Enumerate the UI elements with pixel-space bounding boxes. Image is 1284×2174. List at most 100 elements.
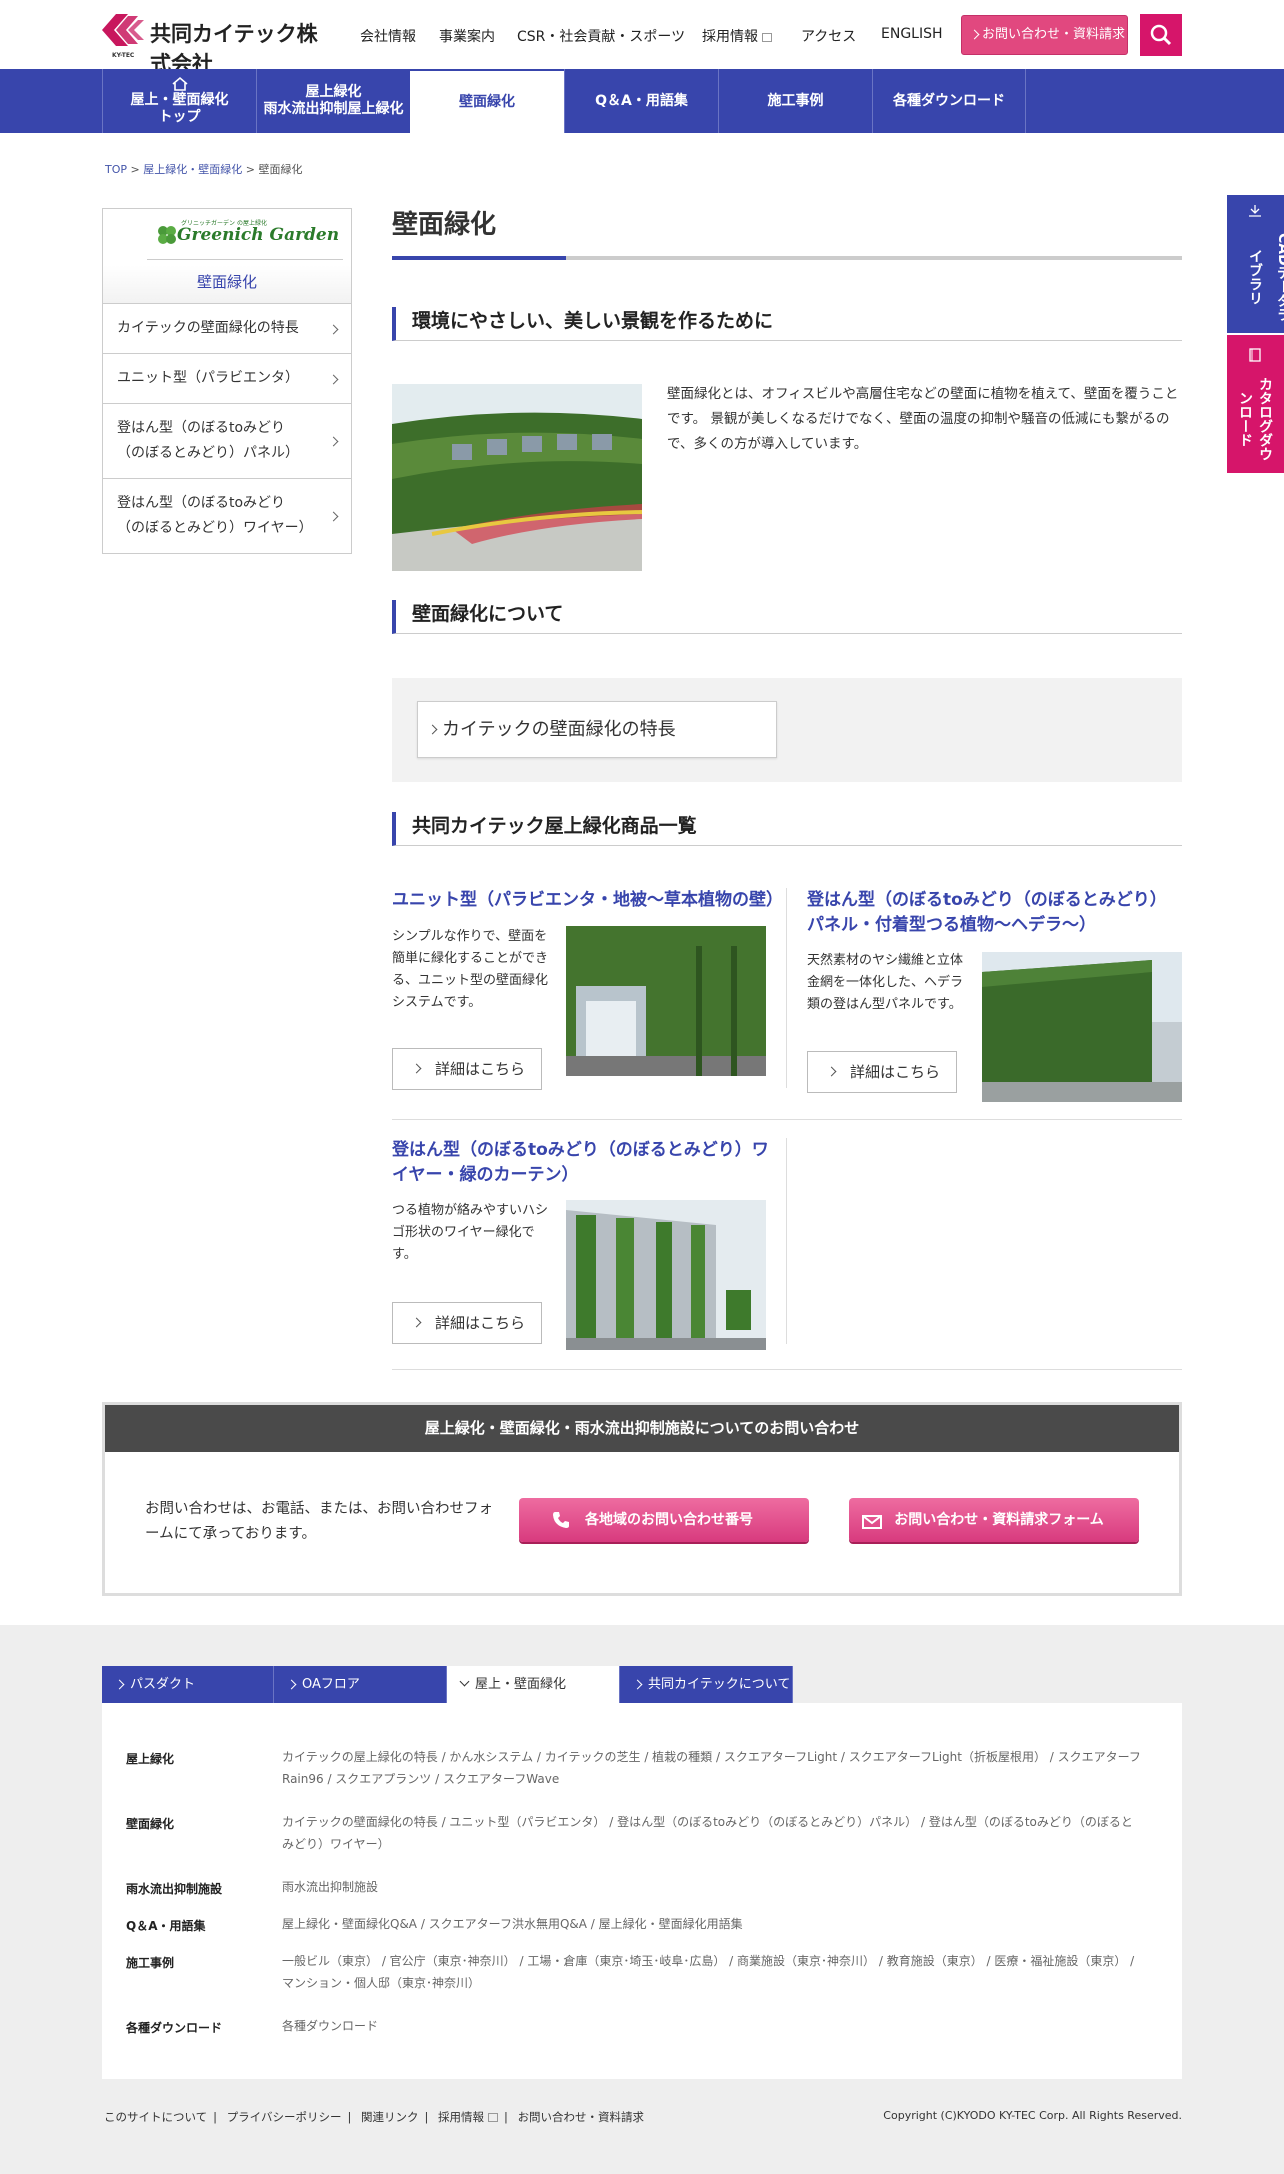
menu-rooftop-line1: 屋上緑化: [305, 84, 362, 100]
download-icon: [1249, 205, 1261, 217]
search-button[interactable]: [1140, 14, 1182, 56]
menu-qa[interactable]: Q＆A・用語集: [564, 69, 718, 133]
menu-rooftop-line2: 雨水流出抑制屋上緑化: [263, 101, 404, 117]
menu-cases[interactable]: 施工事例: [718, 69, 872, 133]
product-unit-desc: シンプルな作りで、壁面を簡単に緑化することができる、ユニット型の壁面緑化システム…: [392, 929, 549, 1010]
product-panel-photo: [982, 952, 1182, 1102]
nav-english[interactable]: ENGLISH: [881, 26, 943, 42]
wall-greening-photo: [392, 384, 642, 571]
sitemap-label-rainwater: 雨水流出抑制施設: [126, 1882, 223, 1896]
sidebar-item-unit[interactable]: ユニット型（パラビエンタ）: [102, 354, 352, 404]
site-header: 共同カイテック株式会社 KY-TEC 会社情報 事業案内 CSR・社会貢献・スポ…: [0, 0, 1284, 76]
product-wire-detail-button[interactable]: 詳細はこちら: [392, 1302, 542, 1344]
home-icon: [171, 76, 188, 91]
footer-tab-about[interactable]: 共同カイテックについて: [620, 1666, 793, 1703]
footer-link-contact[interactable]: お問い合わせ・資料請求: [518, 2110, 645, 2124]
about-box: カイテックの壁面緑化の特長: [392, 678, 1182, 782]
sitemap-links-rainwater[interactable]: 雨水流出抑制施設: [282, 1876, 1142, 1898]
menu-downloads[interactable]: 各種ダウンロード: [872, 69, 1026, 133]
contact-form-button[interactable]: お問い合わせ・資料請求フォーム: [849, 1498, 1139, 1542]
footer-link-recruit-label: 採用情報: [438, 2110, 485, 2124]
catalog-download-tab[interactable]: カタログダウンロード: [1227, 335, 1284, 473]
breadcrumb-sep: >: [130, 163, 140, 176]
heading-products: 共同カイテック屋上緑化商品一覧: [392, 812, 1182, 846]
sitemap-label-wall: 壁面緑化: [126, 1817, 175, 1831]
phone-numbers-label: 各地域のお問い合わせ番号: [585, 1512, 753, 1528]
breadcrumb-top[interactable]: TOP: [105, 163, 127, 176]
about-features-link[interactable]: カイテックの壁面緑化の特長: [417, 701, 777, 758]
nav-csr[interactable]: CSR・社会貢献・スポーツ: [517, 26, 685, 46]
menu-wall[interactable]: 壁面緑化: [410, 71, 564, 133]
product-panel-detail-button[interactable]: 詳細はこちら: [807, 1051, 957, 1093]
sidebar-header: グリニッチガーデン の屋上緑化 Greenich Garden 壁面緑化: [102, 208, 352, 304]
sitemap-links-cases[interactable]: 一般ビル（東京） / 官公庁（東京･神奈川） / 工場・倉庫（東京･埼玉･岐阜･…: [282, 1950, 1142, 1994]
breadcrumb: TOP > 屋上緑化・壁面緑化 > 壁面緑化: [105, 161, 302, 177]
product-unit: ユニット型（パラビエンタ・地被～草本植物の壁） シンプルな作りで、壁面を簡単に緑…: [392, 888, 783, 1090]
product-wire-title[interactable]: 登はん型（のぼるtoみどり（のぼるとみどり）ワイヤー・緑のカーテン）: [392, 1138, 782, 1188]
menu-top-line2: トップ: [158, 109, 201, 125]
product-panel-title[interactable]: 登はん型（のぼるtoみどり（のぼるとみどり）パネル・付着型つる植物～ヘデラ～）: [807, 888, 1182, 938]
nav-recruit[interactable]: 採用情報: [702, 26, 772, 46]
sitemap-label-rooftop: 屋上緑化: [126, 1752, 175, 1766]
sitemap-links-rooftop[interactable]: カイテックの屋上緑化の特長 / かん水システム / カイテックの芝生 / 植栽の…: [282, 1746, 1142, 1790]
link-separator: |: [504, 2110, 508, 2124]
footer-link-about-site[interactable]: このサイトについて: [104, 2110, 207, 2124]
cad-library-tab[interactable]: CADデータライブラリ: [1227, 195, 1284, 333]
sitemap-links-qa[interactable]: 屋上緑化・壁面緑化Q&A / スクエアターフ洪水無用Q&A / 屋上緑化・壁面緑…: [282, 1913, 1142, 1935]
nav-recruit-label: 採用情報: [702, 29, 758, 45]
mail-icon: [862, 1515, 882, 1529]
contact-button[interactable]: お問い合わせ・資料請求: [961, 15, 1128, 55]
site-footer: パスダクト OAフロア 屋上・壁面緑化 共同カイテックについて 屋上緑化 カイテ…: [0, 1625, 1284, 2174]
product-divider: [786, 888, 787, 1088]
copyright: Copyright (C)KYODO KY-TEC Corp. All Righ…: [883, 2109, 1182, 2122]
external-link-icon: [762, 33, 772, 42]
footer-bottom-links: このサイトについて | プライバシーポリシー | 関連リンク | 採用情報 | お問い合…: [104, 2109, 644, 2125]
products-bottom-divider: [392, 1369, 1182, 1370]
footer-link-related[interactable]: 関連リンク: [361, 2110, 419, 2124]
catalog-download-label: カタログダウンロード: [1237, 377, 1273, 461]
link-separator: |: [347, 2110, 352, 2124]
footer-tab-pathduct[interactable]: パスダクト: [102, 1666, 274, 1703]
sitemap-label-downloads: 各種ダウンロード: [126, 2021, 223, 2035]
nav-business[interactable]: 事業案内: [439, 26, 495, 46]
link-separator: |: [213, 2110, 218, 2124]
footer-tab-oafloor[interactable]: OAフロア: [274, 1666, 447, 1703]
products-row-divider: [392, 1119, 1182, 1120]
company-logo[interactable]: 共同カイテック株式会社 KY-TEC: [102, 12, 334, 76]
cad-library-label: CADデータライブラリ: [1247, 232, 1284, 322]
menu-top-line1: 屋上・壁面緑化: [130, 92, 229, 108]
sidebar-title: 壁面緑化: [196, 273, 257, 291]
sitemap-links-downloads[interactable]: 各種ダウンロード: [282, 2015, 1142, 2037]
product-divider: [786, 1138, 787, 1344]
product-wire-desc: つる植物が絡みやすいハシゴ形状のワイヤー緑化です。: [392, 1203, 549, 1262]
heading-about: 壁面緑化について: [392, 600, 1182, 634]
sidebar-item-features[interactable]: カイテックの壁面緑化の特長: [102, 304, 352, 354]
ky-tec-logo-mark: [102, 14, 144, 46]
contact-box: 屋上緑化・壁面緑化・雨水流出抑制施設についてのお問い合わせ お問い合わせは、お電…: [102, 1402, 1182, 1596]
footer-link-privacy[interactable]: プライバシーポリシー: [227, 2110, 342, 2124]
phone-numbers-button[interactable]: 各地域のお問い合わせ番号: [519, 1498, 809, 1542]
menu-top[interactable]: 屋上・壁面緑化 トップ: [102, 69, 256, 133]
product-unit-photo: [566, 926, 766, 1076]
nav-company[interactable]: 会社情報: [360, 26, 416, 46]
nav-access[interactable]: アクセス: [801, 26, 856, 46]
sidebar-item-panel[interactable]: 登はん型（のぼるtoみどり（のぼるとみどり）パネル）: [102, 404, 352, 479]
sitemap-links-wall[interactable]: カイテックの壁面緑化の特長 / ユニット型（パラビエンタ） / 登はん型（のぼる…: [282, 1811, 1142, 1855]
logo-wordmark: Greenich Garden: [177, 225, 340, 245]
search-icon: [1150, 24, 1172, 46]
external-link-icon: [488, 2113, 499, 2122]
product-panel-desc: 天然素材のヤシ繊維と立体金網を一体化した、ヘデラ類の登はん型パネルです。: [807, 953, 964, 1012]
product-unit-title[interactable]: ユニット型（パラビエンタ・地被～草本植物の壁）: [392, 888, 783, 913]
logo-sub: KY-TEC: [112, 52, 135, 59]
product-wire: 登はん型（のぼるtoみどり（のぼるとみどり）ワイヤー・緑のカーテン） つる植物が…: [392, 1138, 782, 1358]
product-unit-detail-button[interactable]: 詳細はこちら: [392, 1048, 542, 1090]
breadcrumb-rooftop[interactable]: 屋上緑化・壁面緑化: [143, 163, 242, 176]
footer-link-recruit[interactable]: 採用情報: [438, 2110, 499, 2124]
sidebar-item-wire[interactable]: 登はん型（のぼるtoみどり（のぼるとみどり）ワイヤー）: [102, 479, 352, 554]
menu-rooftop[interactable]: 屋上緑化 雨水流出抑制屋上緑化: [256, 69, 410, 133]
contact-text: お問い合わせは、お電話、または、お問い合わせフォームにて承っております。: [145, 1501, 493, 1542]
intro-text: 壁面緑化とは、オフィスビルや高層住宅などの壁面に植物を植えて、壁面を覆うことです…: [667, 386, 1179, 452]
footer-sitemap: 屋上緑化 カイテックの屋上緑化の特長 / かん水システム / カイテックの芝生 …: [102, 1703, 1182, 2079]
book-icon: [1249, 348, 1261, 362]
footer-tab-greening[interactable]: 屋上・壁面緑化: [447, 1666, 620, 1703]
